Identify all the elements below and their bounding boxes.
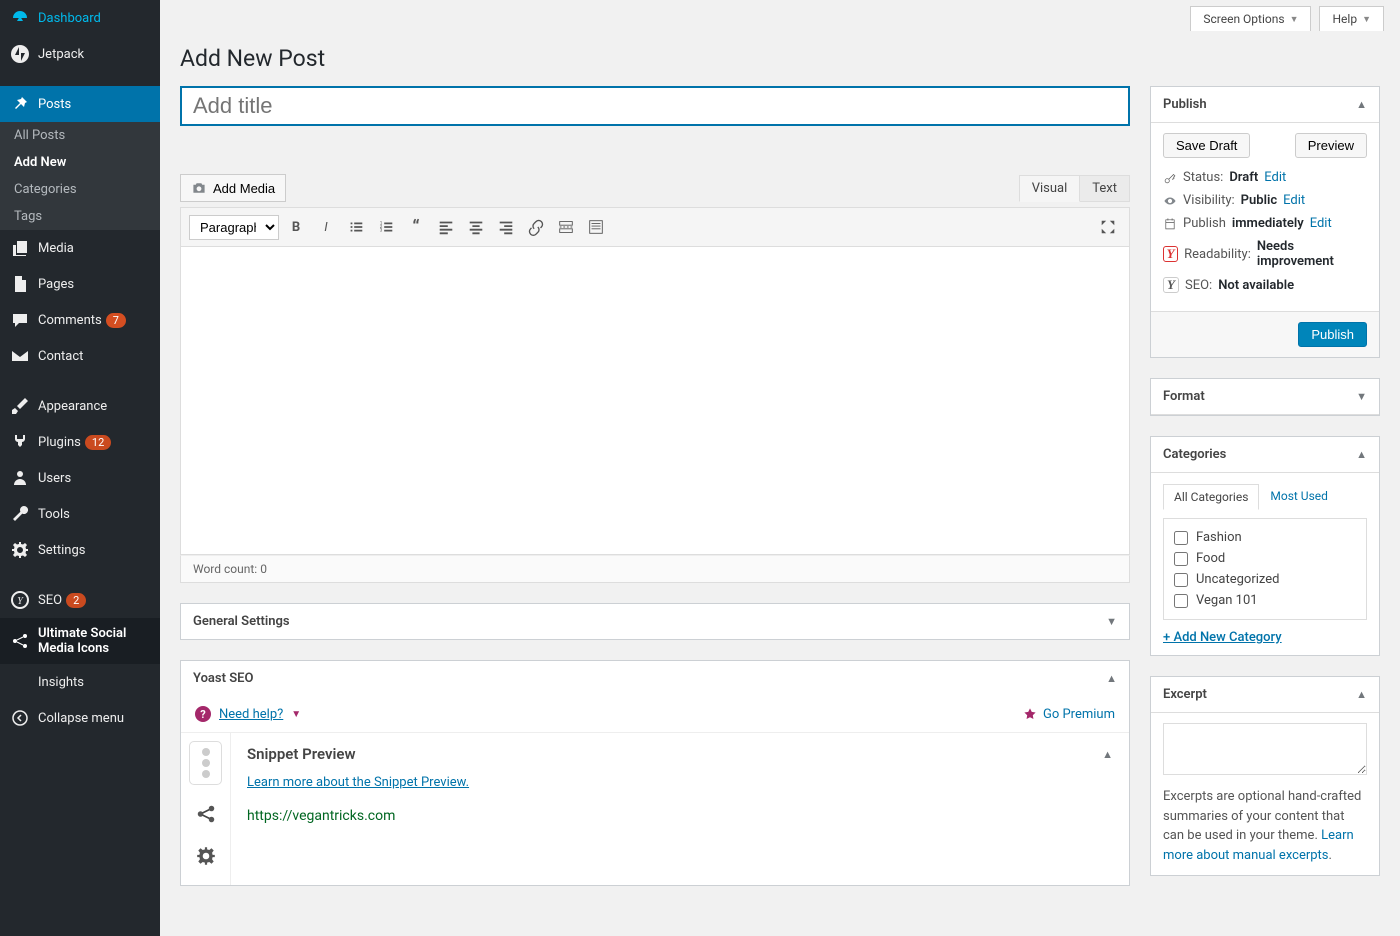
snippet-url: https://vegantricks.com <box>247 808 1113 824</box>
category-item[interactable]: Fashion <box>1174 527 1356 548</box>
comments-badge: 7 <box>106 313 126 328</box>
edit-status-link[interactable]: Edit <box>1264 170 1286 185</box>
edit-schedule-link[interactable]: Edit <box>1310 216 1332 231</box>
camera-icon <box>191 180 207 196</box>
svg-text:3: 3 <box>380 228 383 234</box>
snippet-preview-title: Snippet Preview <box>247 745 356 763</box>
excerpt-box: Excerpt▲ Excerpts are optional hand-craf… <box>1150 676 1380 876</box>
add-media-button[interactable]: Add Media <box>180 174 286 202</box>
excerpt-help-text: Excerpts are optional hand-crafted summa… <box>1163 787 1367 865</box>
numbered-list-button[interactable]: 123 <box>373 214 399 240</box>
eye-icon <box>1163 194 1177 208</box>
category-checkbox[interactable] <box>1174 531 1188 545</box>
editor-tab-text[interactable]: Text <box>1080 175 1130 202</box>
help-tab[interactable]: Help▼ <box>1319 6 1384 31</box>
yoast-tab-readability[interactable] <box>189 741 222 785</box>
chevron-up-icon: ▲ <box>1106 672 1117 685</box>
excerpt-textarea[interactable] <box>1163 723 1367 775</box>
admin-sidebar: Dashboard Jetpack Posts All Posts Add Ne… <box>0 0 160 936</box>
chevron-up-icon: ▲ <box>1356 688 1367 701</box>
key-icon <box>1163 171 1177 185</box>
category-checkbox[interactable] <box>1174 594 1188 608</box>
yoast-readability-icon: Y <box>1163 246 1178 262</box>
align-left-button[interactable] <box>433 214 459 240</box>
sidebar-item-posts[interactable]: Posts <box>0 86 160 122</box>
category-item[interactable]: Uncategorized <box>1174 569 1356 590</box>
screen-options-tab[interactable]: Screen Options▼ <box>1190 6 1311 31</box>
read-more-button[interactable] <box>553 214 579 240</box>
categories-box: Categories▲ All Categories Most Used Fas… <box>1150 436 1380 656</box>
pin-icon <box>10 94 30 114</box>
caret-down-icon: ▼ <box>1362 14 1371 25</box>
chevron-down-icon: ▼ <box>291 709 301 720</box>
category-item[interactable]: Vegan 101 <box>1174 590 1356 611</box>
caret-down-icon: ▼ <box>1290 14 1299 25</box>
editor-tab-visual[interactable]: Visual <box>1019 175 1081 202</box>
category-item[interactable]: Food <box>1174 548 1356 569</box>
save-draft-button[interactable]: Save Draft <box>1163 133 1250 158</box>
fullscreen-button[interactable] <box>1095 214 1121 240</box>
chevron-up-icon[interactable]: ▲ <box>1102 748 1113 761</box>
category-checkbox[interactable] <box>1174 552 1188 566</box>
plugins-badge: 12 <box>85 435 111 450</box>
categories-tab-all[interactable]: All Categories <box>1163 484 1259 510</box>
yoast-tab-social[interactable] <box>181 793 230 835</box>
format-select[interactable]: Paragraph <box>189 215 279 240</box>
edit-visibility-link[interactable]: Edit <box>1283 193 1305 208</box>
editor-toolbar: Paragraph B I 123 “ <box>180 207 1130 247</box>
format-box-toggle[interactable]: Format▼ <box>1151 379 1379 415</box>
yoast-seo-title: Yoast SEO <box>193 671 253 686</box>
editor-content-area[interactable] <box>180 247 1130 555</box>
go-premium-link[interactable]: Go Premium <box>1043 707 1115 722</box>
publish-box-toggle[interactable]: Publish▲ <box>1151 87 1379 123</box>
link-button[interactable] <box>523 214 549 240</box>
yoast-seo-icon: Y <box>1163 277 1179 293</box>
yoast-tab-advanced[interactable] <box>181 835 230 877</box>
sidebar-item-collapse[interactable]: Collapse menu <box>0 700 160 736</box>
quote-button[interactable]: “ <box>403 214 429 240</box>
bullet-list-button[interactable] <box>343 214 369 240</box>
categories-tab-most-used[interactable]: Most Used <box>1259 483 1339 509</box>
publish-button[interactable]: Publish <box>1298 322 1367 347</box>
category-checkbox[interactable] <box>1174 573 1188 587</box>
excerpt-box-toggle[interactable]: Excerpt▲ <box>1151 677 1379 713</box>
publish-box: Publish▲ Save Draft Preview Status: Draf… <box>1150 86 1380 358</box>
help-icon: ? <box>195 706 211 722</box>
post-title-input[interactable] <box>180 86 1130 126</box>
collapse-icon <box>10 708 30 728</box>
add-new-category-link[interactable]: + Add New Category <box>1163 630 1367 645</box>
general-settings-title: General Settings <box>193 614 290 629</box>
calendar-icon <box>1163 217 1177 231</box>
page-title: Add New Post <box>180 45 1380 72</box>
format-box: Format▼ <box>1150 378 1380 416</box>
bold-button[interactable]: B <box>283 214 309 240</box>
chevron-up-icon: ▲ <box>1356 98 1367 111</box>
yoast-seo-toggle[interactable]: Yoast SEO ▲ <box>181 661 1129 696</box>
toolbar-toggle-button[interactable] <box>583 214 609 240</box>
categories-box-toggle[interactable]: Categories▲ <box>1151 437 1379 473</box>
preview-button[interactable]: Preview <box>1295 133 1367 158</box>
star-icon <box>1023 707 1037 721</box>
italic-button[interactable]: I <box>313 214 339 240</box>
chevron-down-icon: ▼ <box>1356 390 1367 403</box>
general-settings-toggle[interactable]: General Settings ▼ <box>181 604 1129 639</box>
word-count: Word count: 0 <box>180 555 1130 583</box>
snippet-learn-more-link[interactable]: Learn more about the Snippet Preview. <box>247 775 469 790</box>
need-help-link[interactable]: Need help? <box>219 707 283 722</box>
align-right-button[interactable] <box>493 214 519 240</box>
seo-badge: 2 <box>66 593 86 608</box>
snippet-description: Learn more about the Snippet Preview. <box>247 775 1113 790</box>
chevron-down-icon: ▼ <box>1106 615 1117 628</box>
align-center-button[interactable] <box>463 214 489 240</box>
chevron-up-icon: ▲ <box>1356 448 1367 461</box>
